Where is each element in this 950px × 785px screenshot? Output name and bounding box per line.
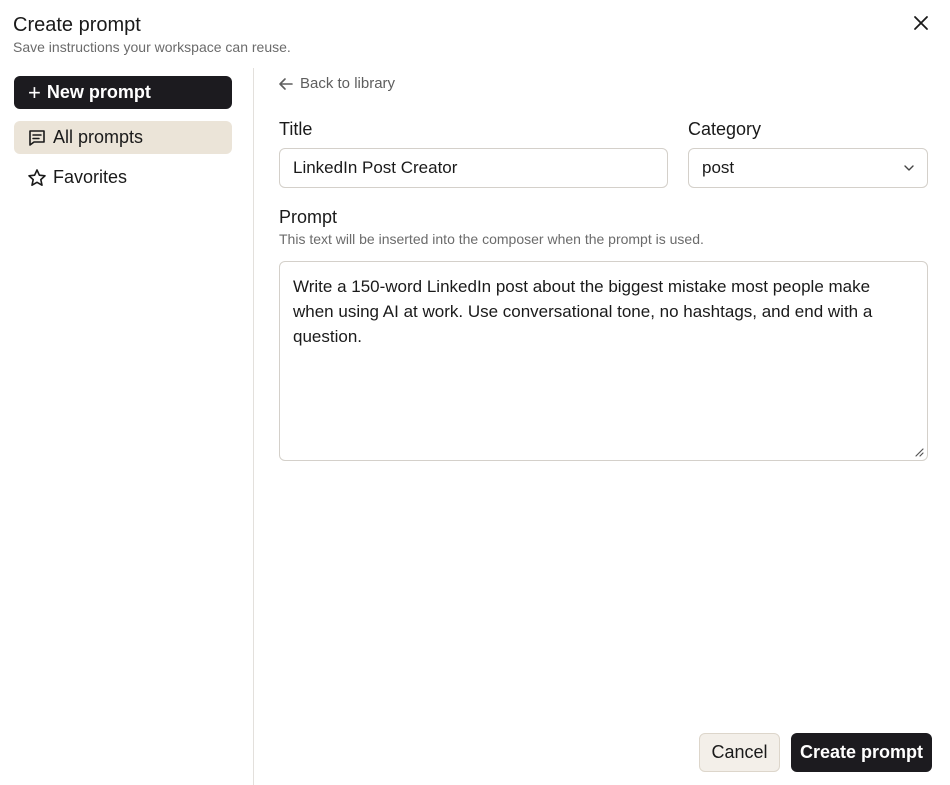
- back-link-label: Back to library: [300, 75, 396, 92]
- create-prompt-button[interactable]: Create prompt: [791, 733, 932, 772]
- title-label: Title: [279, 119, 313, 139]
- category-select-value: post: [702, 158, 735, 177]
- prompt-textarea-value: Write a 150-word LinkedIn post about the…: [293, 277, 873, 346]
- prompt-hint: This text will be inserted into the comp…: [279, 231, 704, 247]
- sidebar-item-label: Favorites: [53, 167, 128, 187]
- arrow-left-icon: [279, 77, 293, 90]
- star-icon: [28, 168, 46, 186]
- back-to-library-link[interactable]: Back to library: [278, 75, 395, 92]
- vertical-divider: [253, 68, 254, 785]
- title-input[interactable]: LinkedIn Post Creator: [279, 148, 668, 188]
- cancel-button[interactable]: Cancel: [699, 733, 780, 772]
- dialog-header: Create prompt Save instructions your wor…: [13, 12, 291, 56]
- prompt-label: Prompt: [279, 207, 338, 227]
- close-icon: [914, 16, 928, 30]
- new-prompt-label: New prompt: [46, 82, 151, 102]
- sidebar-item-all-prompts[interactable]: All prompts: [14, 121, 232, 154]
- prompt-textarea[interactable]: Write a 150-word LinkedIn post about the…: [279, 261, 928, 461]
- category-select[interactable]: post: [688, 148, 928, 188]
- title-input-value: LinkedIn Post Creator: [293, 158, 458, 177]
- sidebar-item-label: All prompts: [53, 127, 144, 147]
- new-prompt-button[interactable]: + New prompt: [14, 76, 232, 109]
- sidebar: + New prompt All prompts Favorites: [14, 76, 232, 194]
- dialog-subtitle: Save instructions your workspace can reu…: [13, 39, 291, 55]
- dialog-title: Create prompt: [13, 14, 141, 36]
- chevron-down-icon: [904, 165, 914, 171]
- category-label: Category: [688, 119, 762, 139]
- resize-grip-icon[interactable]: [914, 447, 924, 457]
- plus-icon: +: [28, 79, 41, 105]
- sidebar-item-favorites[interactable]: Favorites: [14, 161, 232, 194]
- close-button[interactable]: [910, 12, 932, 34]
- message-square-icon: [29, 129, 45, 146]
